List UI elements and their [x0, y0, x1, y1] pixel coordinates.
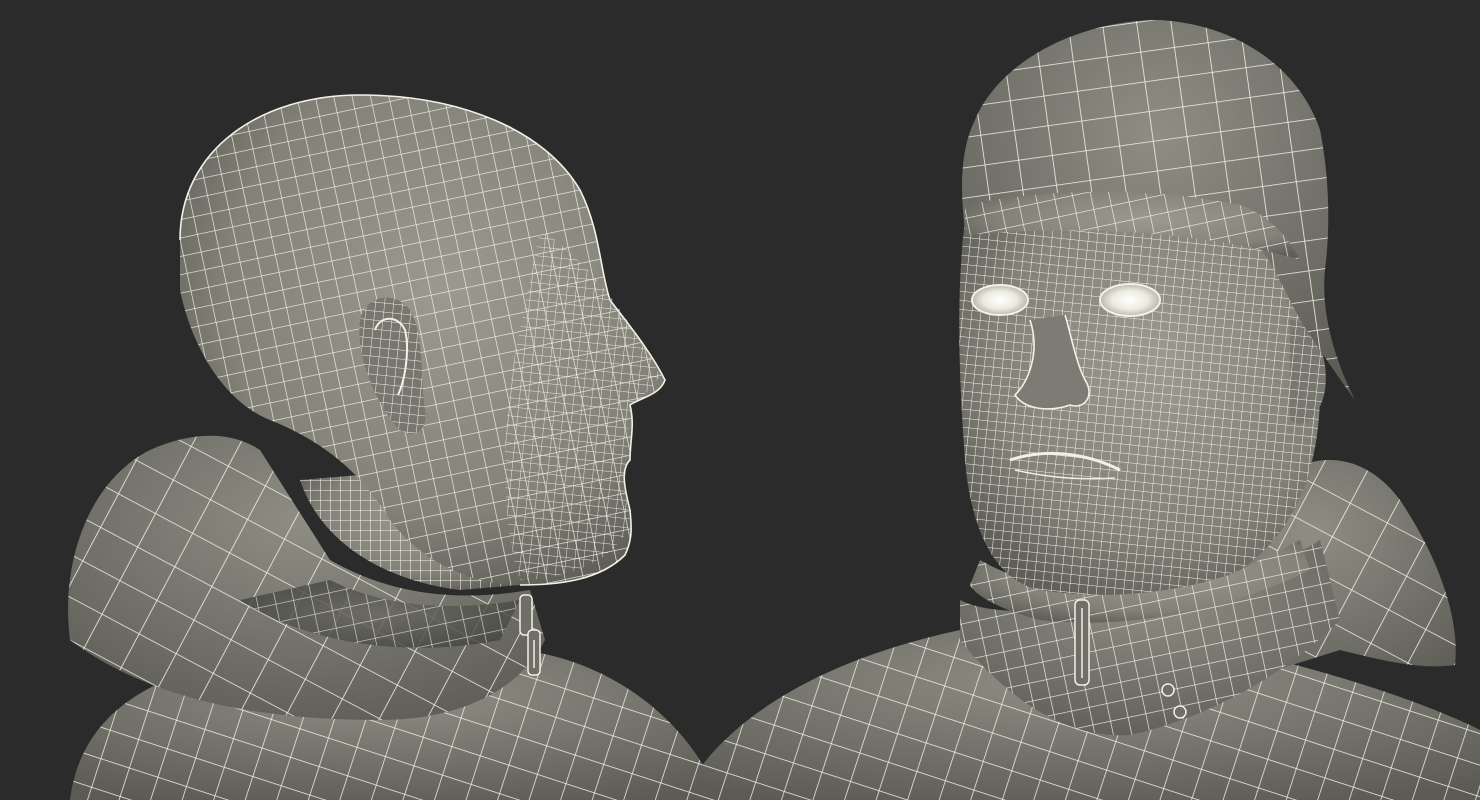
side-profile-view: [68, 94, 720, 800]
render-viewport: [0, 0, 1480, 800]
eye-left-front: [971, 284, 1029, 316]
eye-right-front: [1099, 283, 1161, 317]
wireframe-render: [68, 20, 1480, 800]
face-front: [959, 211, 1320, 595]
front-three-quarter-view: [680, 20, 1480, 800]
